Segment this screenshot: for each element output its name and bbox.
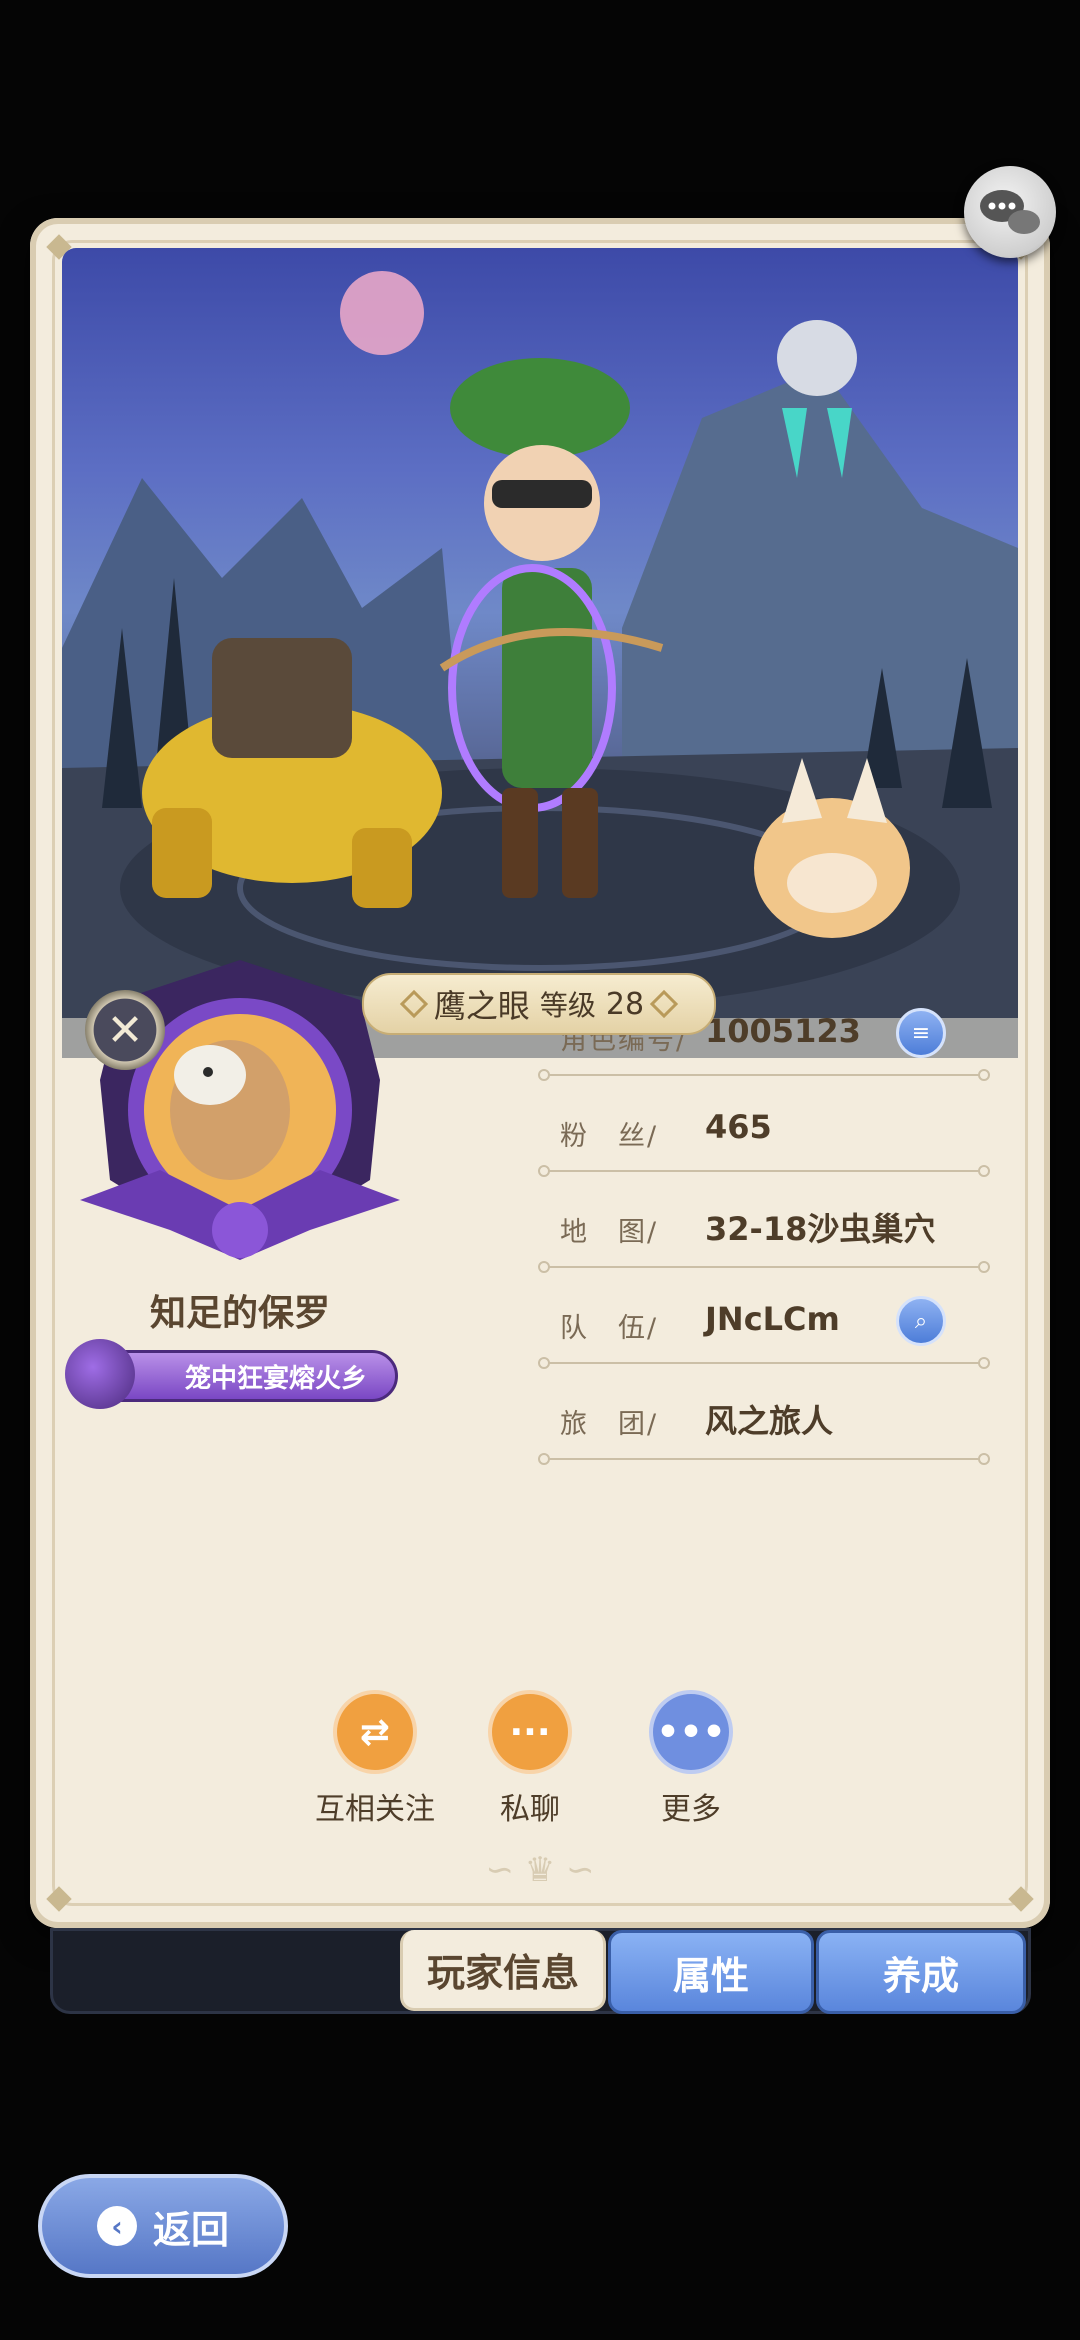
corner-ornament — [1008, 1886, 1034, 1912]
player-title: 笼中狂宴熔火乡 — [184, 1363, 367, 1394]
info-row-guild: 旅 团/ 风之旅人 — [530, 1384, 990, 1480]
decorative-ornament-icon: ∽ ♛ ∽ — [485, 1850, 595, 1890]
more-label: 更多 — [661, 1792, 721, 1827]
info-value: 1005123 — [705, 1012, 861, 1050]
diamond-ornament-icon — [399, 989, 429, 1019]
chat-bubble-button[interactable] — [964, 166, 1056, 258]
back-label: 返回 — [152, 2207, 229, 2252]
dragon-icon — [65, 1339, 135, 1409]
tab-attributes[interactable]: 属性 — [608, 1930, 814, 2014]
info-value: 32-18沙虫巢穴 — [705, 1210, 936, 1248]
chat-dots-icon — [980, 190, 1040, 234]
more-dots-icon: ••• — [649, 1690, 733, 1774]
hero-level: 28 — [605, 986, 645, 1022]
player-title-banner[interactable]: 笼中狂宴熔火乡 — [65, 1339, 398, 1409]
info-row-fans: 粉 丝/ 465 — [530, 1096, 990, 1192]
private-chat-button[interactable]: ··· 私聊 — [455, 1690, 605, 1828]
info-row-team: 队 伍/ JNcLCm ⌕ — [530, 1288, 990, 1384]
info-label: 队 伍/ — [560, 1313, 659, 1344]
hero-showcase-scene — [62, 248, 1018, 1058]
speech-bubble-icon: ··· — [488, 1690, 572, 1774]
follow-button[interactable]: ⇄ 互相关注 — [300, 1690, 450, 1828]
info-label: 旅 团/ — [560, 1409, 659, 1440]
search-icon[interactable]: ⌕ — [896, 1296, 946, 1346]
follow-label: 互相关注 — [315, 1792, 435, 1827]
corner-ornament — [46, 1886, 72, 1912]
action-buttons: ⇄ 互相关注 ··· 私聊 ••• 更多 — [300, 1690, 760, 1830]
tab-develop[interactable]: 养成 — [816, 1930, 1026, 2014]
tab-player-info[interactable]: 玩家信息 — [400, 1930, 606, 2011]
level-label: 等级 — [539, 989, 596, 1022]
player-info-list: 角色编号/ 1005123 ≡ 粉 丝/ 465 地 图/ 32-18沙虫巢穴 … — [530, 1000, 990, 1480]
copy-icon[interactable]: ≡ — [896, 1008, 946, 1058]
back-button[interactable]: ‹ 返回 — [38, 2174, 288, 2278]
diamond-ornament-icon — [649, 989, 679, 1019]
chat-label: 私聊 — [500, 1792, 560, 1827]
info-value: 风之旅人 — [705, 1402, 834, 1440]
arrow-left-icon: ‹ — [96, 2206, 137, 2246]
more-button[interactable]: ••• 更多 — [616, 1690, 766, 1828]
hero-level-pill: 鹰之眼 等级 28 — [362, 973, 716, 1035]
info-row-map: 地 图/ 32-18沙虫巢穴 — [530, 1192, 990, 1288]
info-value: JNcLCm — [705, 1300, 840, 1338]
scene-illustration — [62, 271, 1018, 1058]
info-value: 465 — [705, 1108, 772, 1146]
class-emblem-icon: ✕ — [85, 990, 165, 1070]
info-label: 粉 丝/ — [560, 1121, 659, 1152]
player-name: 知足的保罗 — [149, 1293, 330, 1334]
hero-name: 鹰之眼 — [433, 987, 530, 1025]
swap-arrows-icon: ⇄ — [333, 1690, 417, 1774]
info-label: 地 图/ — [560, 1217, 659, 1248]
